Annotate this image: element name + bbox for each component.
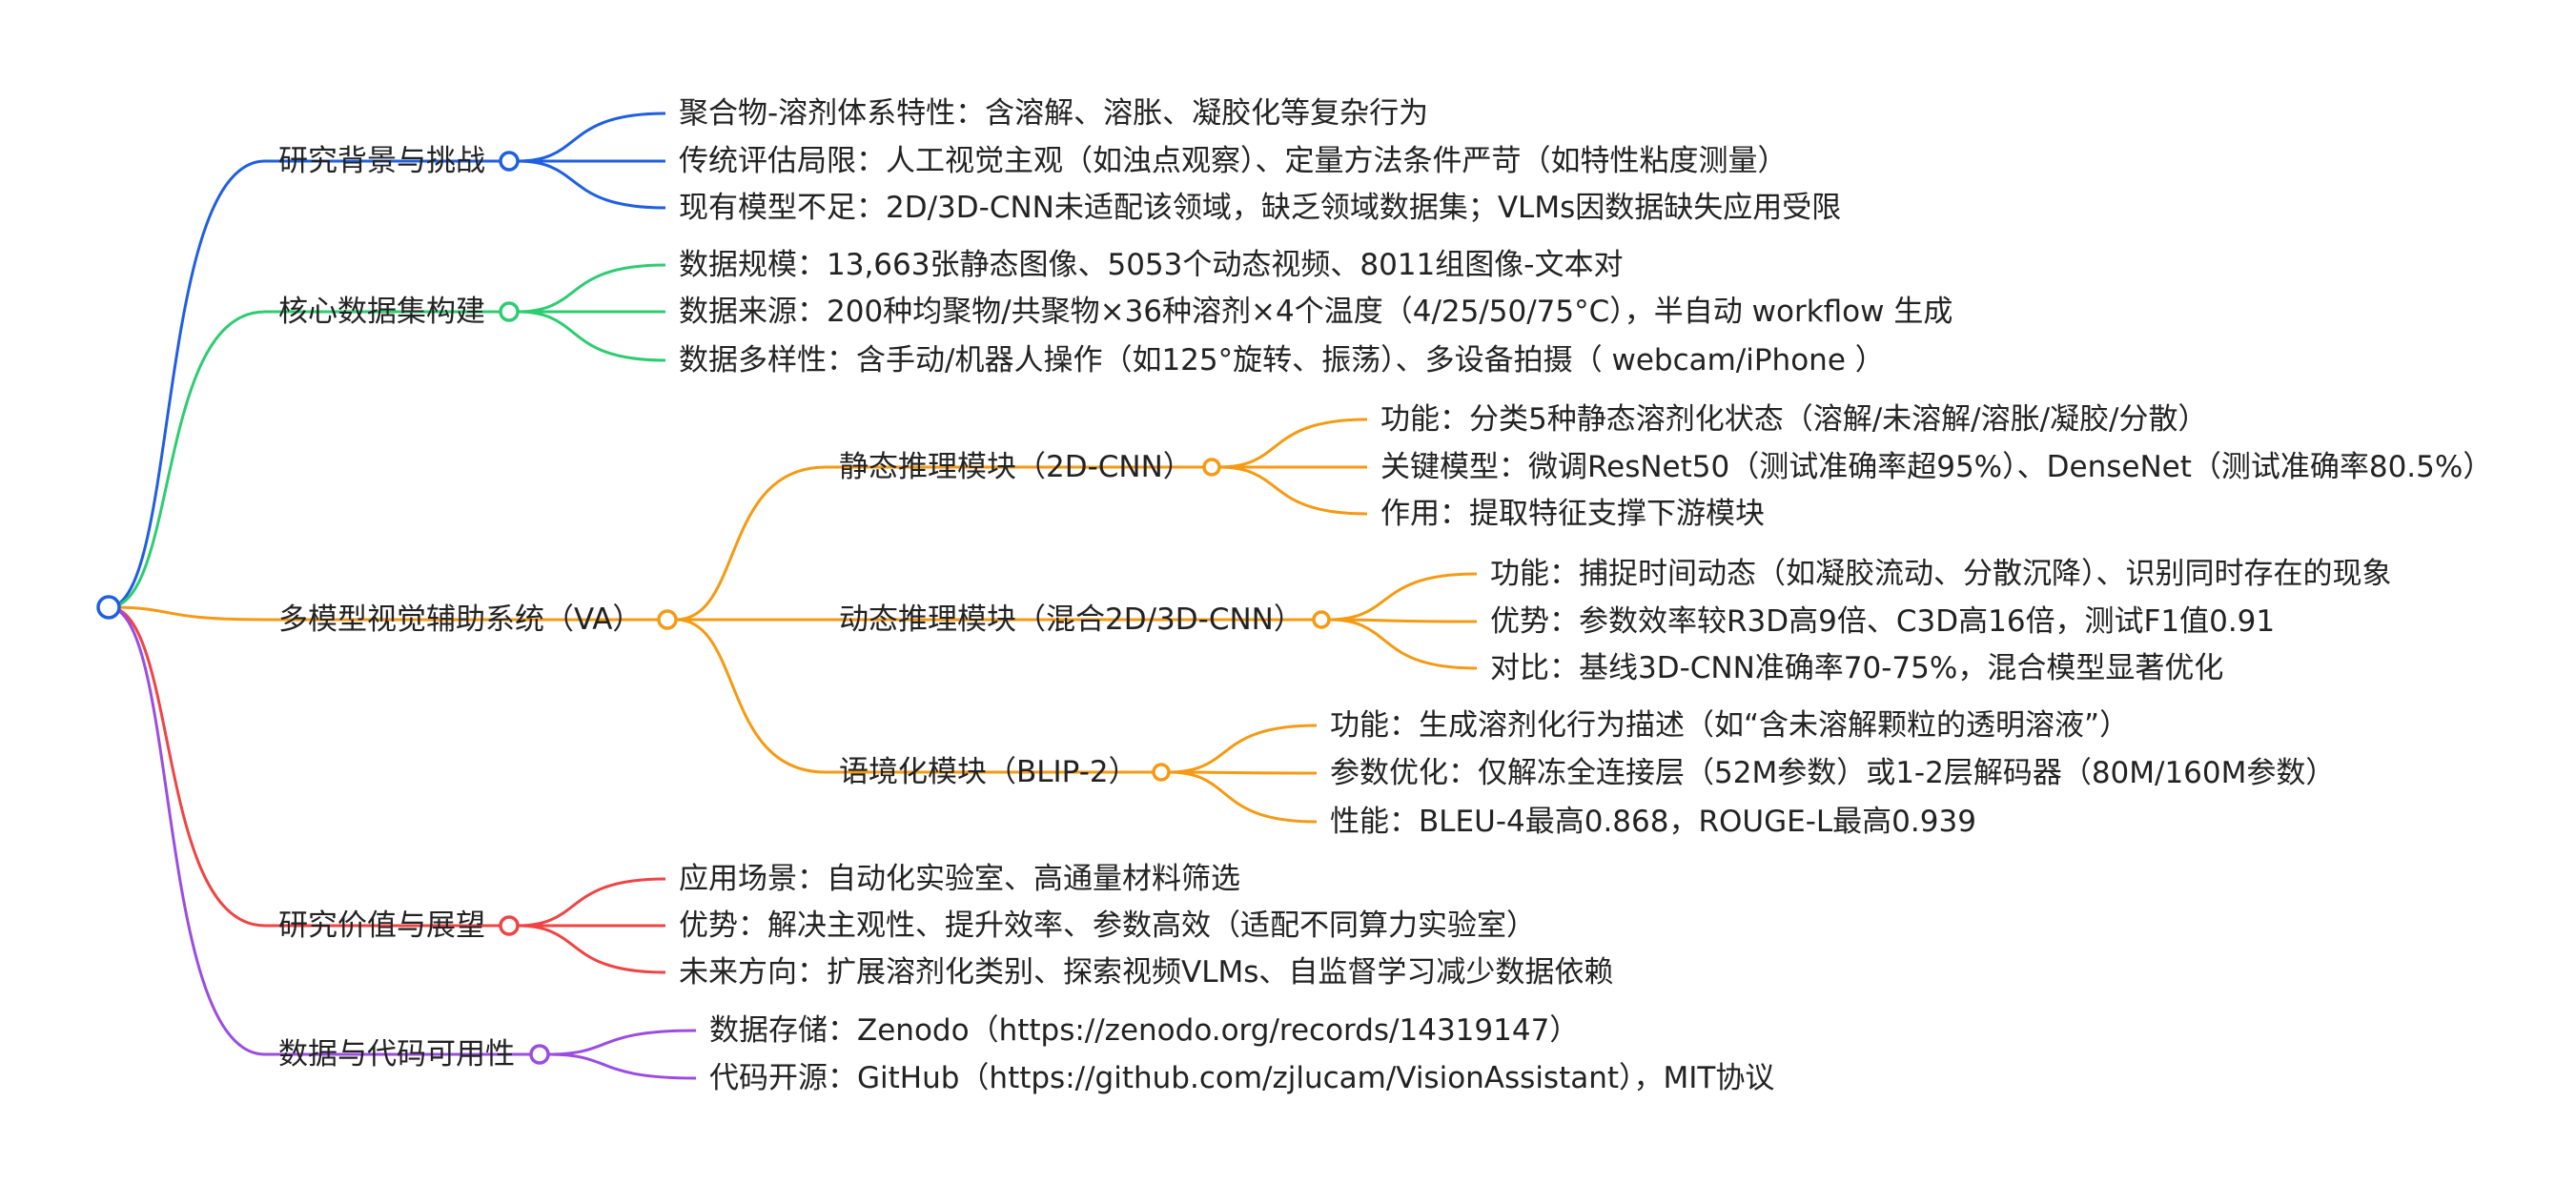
leaf-label-2-0-0: 功能：分类5种静态溶剂化状态（溶解/未溶解/溶胀/凝胶/分散）: [1380, 402, 2208, 437]
branch-node-1[interactable]: [499, 301, 520, 322]
sub-label-2-0: 静态推理模块（2D-CNN）: [839, 450, 1193, 484]
sub-label-2-1: 动态推理模块（混合2D/3D-CNN）: [839, 602, 1303, 637]
branch-label-1: 核心数据集构建: [278, 295, 485, 329]
leaf-edge-3-2: [517, 924, 666, 974]
leaf-edge-2-0-2: [1218, 465, 1368, 516]
leaf-edge-2-2-1: [1168, 770, 1318, 775]
leaf-edge-2-1-2: [1328, 618, 1478, 670]
branch-label-3: 研究价值与展望: [278, 908, 485, 943]
leaf-label-1-0: 数据规模：13,663张静态图像、5053个动态视频、8011组图像-文本对: [679, 248, 1623, 282]
leaf-label-2-2-1: 参数优化：仅解冻全连接层（52M参数）或1-2层解码器（80M/160M参数）: [1330, 756, 2335, 790]
sub-node-2-1[interactable]: [1312, 610, 1331, 629]
leaf-label-1-1: 数据来源：200种均聚物/共聚物×36种溶剂×4个温度（4/25/50/75°C…: [679, 295, 1952, 329]
leaf-label-0-1: 传统评估局限：人工视觉主观（如浊点观察）、定量方法条件严苛（如特性粘度测量）: [679, 144, 1788, 178]
leaf-edge-3-0: [517, 877, 666, 928]
leaf-label-0-0: 聚合物-溶剂体系特性：含溶解、溶胀、凝胶化等复杂行为: [679, 96, 1428, 131]
leaf-label-3-0: 应用场景：自动化实验室、高通量材料筛选: [679, 862, 1240, 896]
leaf-edge-2-0-0: [1218, 418, 1368, 469]
labels: 研究背景与挑战 聚合物-溶剂体系特性：含溶解、溶胀、凝胶化等复杂行为传统评估局限：…: [278, 96, 2492, 1095]
leaf-edge-4-0: [547, 1029, 697, 1056]
leaf-label-2-0-2: 作用：提取特征支撑下游模块: [1380, 497, 1765, 531]
branch-label-4: 数据与代码可用性: [278, 1037, 515, 1072]
leaf-label-2-1-2: 对比：基线3D-CNN准确率70-75%，混合模型显著优化: [1490, 651, 2223, 685]
sub-edge-2-0: [675, 465, 827, 622]
leaf-label-3-2: 未来方向：扩展溶剂化类别、探索视频VLMs、自监督学习减少数据依赖: [679, 955, 1613, 990]
leaf-edge-2-1-0: [1328, 572, 1478, 622]
leaf-edge-2-2-0: [1168, 724, 1318, 774]
leaf-label-3-1: 优势：解决主观性、提升效率、参数高效（适配不同算力实验室）: [679, 908, 1536, 943]
sub-node-2-0[interactable]: [1202, 458, 1221, 477]
leaf-edge-0-0: [517, 112, 666, 163]
branch-node-3[interactable]: [499, 915, 520, 936]
leaf-label-2-2-2: 性能：BLEU-4最高0.868，ROUGE-L最高0.939: [1330, 805, 1976, 839]
leaf-label-2-0-1: 关键模型：微调ResNet50（测试准确率超95%）、DenseNet（测试准确…: [1380, 450, 2492, 484]
root-edge-0: [108, 159, 266, 609]
sub-label-2-2: 语境化模块（BLIP-2）: [839, 755, 1138, 789]
branch-node-0[interactable]: [499, 151, 520, 172]
leaf-edge-4-1: [547, 1052, 697, 1080]
root-node[interactable]: [96, 595, 121, 620]
root-edge-2: [108, 605, 266, 622]
leaf-edge-2-2-2: [1168, 770, 1318, 824]
leaf-edge-1-2: [517, 310, 666, 362]
leaf-label-2-2-0: 功能：生成溶剂化行为描述（如“含未溶解颗粒的透明溶液”）: [1330, 708, 2129, 743]
leaf-label-4-1: 代码开源：GitHub（https://github.com/zjlucam/V…: [709, 1061, 1774, 1095]
mindmap: 研究背景与挑战 聚合物-溶剂体系特性：含溶解、溶胀、凝胶化等复杂行为传统评估局限：…: [96, 96, 2492, 1095]
root-edge-1: [108, 310, 266, 609]
leaf-label-1-2: 数据多样性：含手动/机器人操作（如125°旋转、振荡）、多设备拍摄（ webca…: [679, 343, 1885, 378]
branch-label-2: 多模型视觉辅助系统（VA）: [278, 602, 642, 637]
branch-node-2[interactable]: [657, 609, 678, 630]
sub-node-2-2[interactable]: [1152, 763, 1171, 782]
branch-label-0: 研究背景与挑战: [278, 144, 485, 178]
leaf-label-0-2: 现有模型不足：2D/3D-CNN未适配该领域，缺乏领域数据集；VLMs因数据缺失…: [679, 191, 1841, 225]
leaf-label-2-1-0: 功能：捕捉时间动态（如凝胶流动、分散沉降）、识别同时存在的现象: [1490, 557, 2392, 591]
leaf-edge-1-0: [517, 263, 666, 314]
sub-edge-2-2: [675, 618, 827, 774]
branch-node-4[interactable]: [529, 1044, 550, 1065]
leaf-label-4-0: 数据存储：Zenodo（https://zenodo.org/records/1…: [709, 1013, 1579, 1048]
leaf-label-2-1-1: 优势：参数效率较R3D高9倍、C3D高16倍，测试F1值0.91: [1490, 604, 2275, 639]
leaf-edge-0-2: [517, 159, 666, 210]
root-edge-3: [108, 605, 266, 928]
